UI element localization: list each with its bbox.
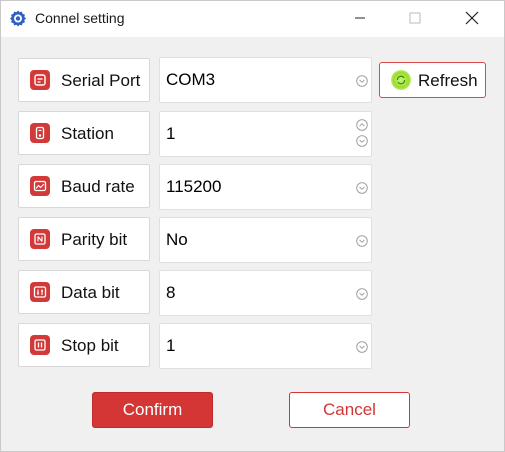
maximize-icon	[409, 11, 421, 27]
refresh-button[interactable]: Refresh	[379, 62, 486, 98]
baud-rate-label-box: Baud rate	[18, 164, 150, 208]
refresh-icon	[391, 70, 411, 90]
minimize-button[interactable]	[337, 1, 383, 37]
close-button[interactable]	[449, 1, 495, 37]
chevron-down-icon[interactable]	[356, 340, 368, 353]
station-label: Station	[61, 124, 114, 143]
serial-port-label-box: Serial Port	[18, 58, 150, 102]
baud-rate-label: Baud rate	[61, 177, 135, 196]
baud-rate-select[interactable]: 115200	[159, 164, 372, 210]
data-bit-label: Data bit	[61, 283, 120, 302]
serial-port-select[interactable]: COM3	[159, 57, 372, 103]
chevron-down-icon[interactable]	[356, 287, 368, 300]
serial-port-value: COM3	[166, 70, 216, 89]
chevron-up-icon[interactable]	[356, 118, 368, 131]
data-bit-icon	[30, 282, 50, 302]
chevron-down-icon[interactable]	[356, 181, 368, 194]
baud-rate-icon	[30, 176, 50, 196]
title-bar[interactable]: Connel setting	[1, 1, 504, 37]
stop-bit-select[interactable]: 1	[159, 323, 372, 369]
serial-port-icon	[30, 70, 50, 90]
stop-bit-value: 1	[166, 336, 176, 355]
parity-bit-label-box: Parity bit	[18, 217, 150, 261]
serial-port-label: Serial Port	[61, 71, 141, 90]
gear-icon	[8, 9, 28, 29]
maximize-button[interactable]	[392, 1, 438, 37]
parity-bit-value: No	[166, 230, 188, 249]
close-icon	[465, 11, 479, 28]
chevron-down-icon[interactable]	[356, 74, 368, 87]
stop-bit-label: Stop bit	[61, 336, 119, 355]
window-title: Connel setting	[35, 10, 125, 26]
station-icon	[30, 123, 50, 143]
station-label-box: Station	[18, 111, 150, 155]
stop-bit-icon	[30, 335, 50, 355]
parity-bit-icon	[30, 229, 50, 249]
chevron-down-icon[interactable]	[356, 134, 368, 147]
baud-rate-value: 115200	[166, 177, 222, 196]
confirm-button[interactable]: Confirm	[92, 392, 213, 428]
parity-bit-label: Parity bit	[61, 230, 128, 249]
station-spinner[interactable]: 1	[159, 111, 372, 157]
minimize-icon	[354, 11, 366, 27]
chevron-down-icon[interactable]	[356, 234, 368, 247]
parity-bit-select[interactable]: No	[159, 217, 372, 263]
cancel-button[interactable]: Cancel	[289, 392, 410, 428]
stop-bit-label-box: Stop bit	[18, 323, 150, 367]
connection-settings-window: Connel setting Serial Port COM3 Refresh …	[0, 0, 505, 452]
data-bit-value: 8	[166, 283, 176, 302]
data-bit-label-box: Data bit	[18, 270, 150, 314]
station-value: 1	[166, 124, 176, 143]
data-bit-select[interactable]: 8	[159, 270, 372, 316]
refresh-label: Refresh	[418, 71, 478, 90]
